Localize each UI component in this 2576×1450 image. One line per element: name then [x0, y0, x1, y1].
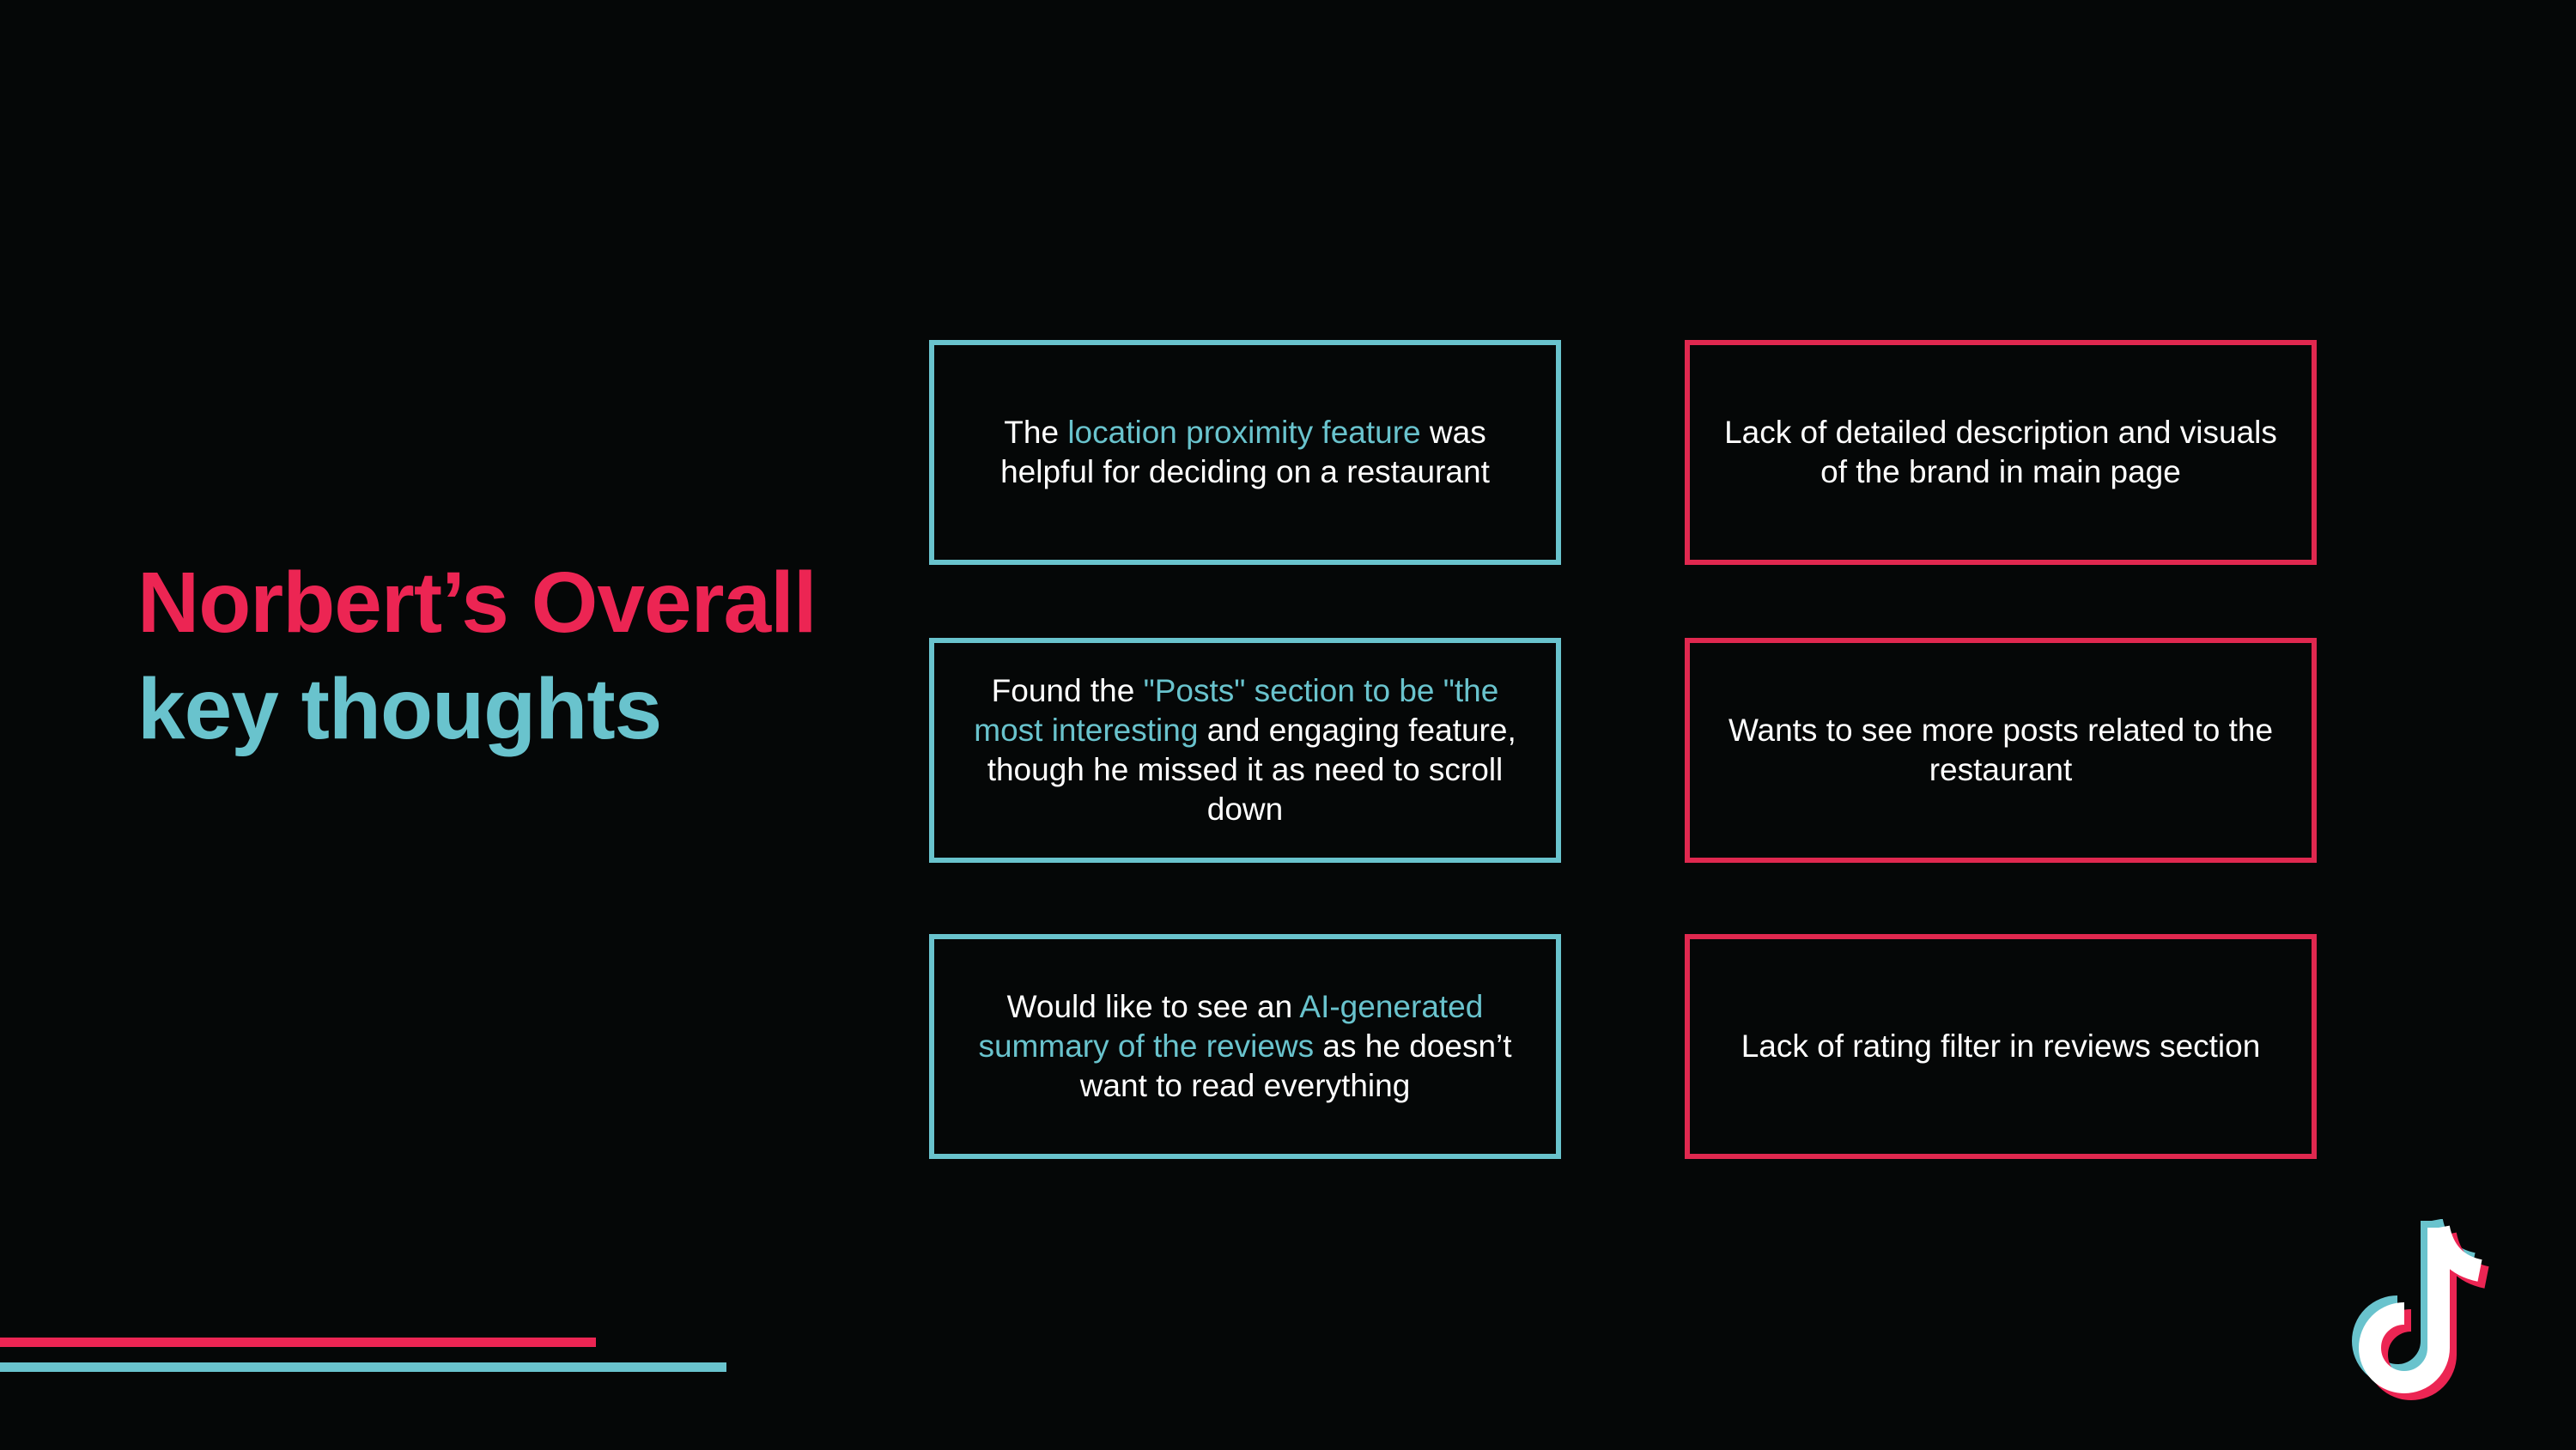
- card-more-posts-text: Wants to see more posts related to the r…: [1728, 713, 2274, 787]
- card-ai-summary-text: Would like to see an AI-generated summar…: [960, 987, 1530, 1106]
- card-text-part: Would like to see an: [1006, 989, 1300, 1024]
- card-text-part: Found the: [991, 673, 1144, 708]
- title-line-1: Norbert’s Overall: [137, 555, 817, 651]
- decorative-teal-bar: [0, 1362, 726, 1372]
- slide-title: Norbert’s Overall key thoughts: [137, 549, 910, 762]
- card-more-posts: Wants to see more posts related to the r…: [1685, 638, 2317, 863]
- card-text-part: The: [1004, 415, 1068, 450]
- card-location-proximity-text: The location proximity feature was helpf…: [960, 413, 1530, 492]
- tiktok-logo-icon: [2344, 1217, 2516, 1408]
- card-rating-filter-text: Lack of rating filter in reviews section: [1741, 1028, 2261, 1064]
- decorative-pink-bar: [0, 1338, 596, 1347]
- title-line-2: key thoughts: [137, 661, 662, 757]
- card-posts-section: Found the "Posts" section to be "the mos…: [929, 638, 1561, 863]
- card-brand-description: Lack of detailed description and visuals…: [1685, 340, 2317, 565]
- card-brand-description-text: Lack of detailed description and visuals…: [1724, 415, 2277, 489]
- card-posts-section-text: Found the "Posts" section to be "the mos…: [960, 671, 1530, 829]
- card-ai-summary: Would like to see an AI-generated summar…: [929, 934, 1561, 1159]
- card-highlight-text: location proximity feature: [1067, 415, 1421, 450]
- card-location-proximity: The location proximity feature was helpf…: [929, 340, 1561, 565]
- slide: Norbert’s Overall key thoughts The locat…: [0, 0, 2576, 1450]
- card-rating-filter: Lack of rating filter in reviews section: [1685, 934, 2317, 1159]
